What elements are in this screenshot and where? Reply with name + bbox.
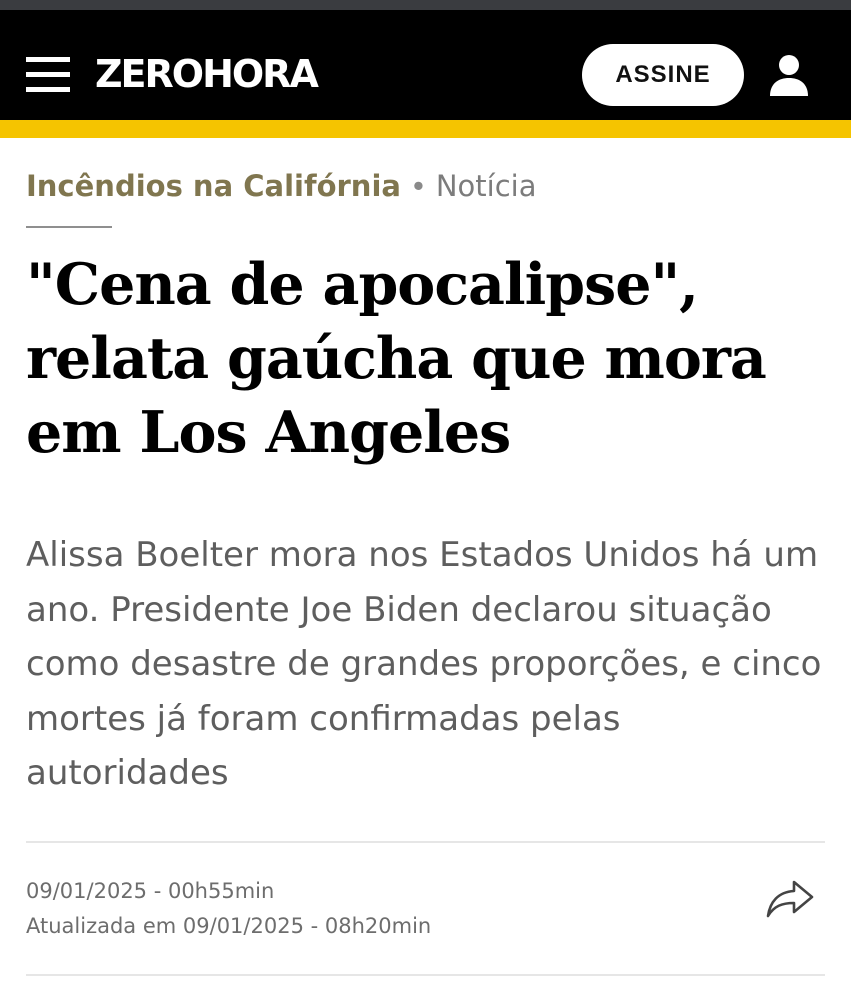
updated-date: Atualizada em 09/01/2025 - 08h20min (26, 914, 432, 938)
header-accent-bar (0, 120, 851, 138)
article-headline: "Cena de apocalipse", relata gaúcha que … (26, 251, 767, 466)
kicker-topic-link[interactable]: Incêndios na Califórnia (26, 169, 401, 203)
kicker-separator: • (412, 168, 424, 203)
divider-top (26, 841, 825, 843)
site-logo[interactable]: ZEROHORA (95, 50, 319, 98)
share-arrow-icon[interactable] (764, 876, 816, 922)
status-bar (0, 0, 851, 10)
divider-bottom (26, 974, 825, 976)
kicker-article-type: Notícia (435, 169, 537, 203)
site-header: ZEROHORA ASSINE (0, 10, 851, 120)
article-subtitle: Alissa Boelter mora nos Estados Unidos h… (26, 535, 822, 793)
article-kicker: Incêndios na Califórnia • Notícia (26, 166, 536, 206)
subscribe-button[interactable]: ASSINE (582, 44, 744, 106)
published-date: 09/01/2025 - 00h55min (26, 879, 275, 903)
kicker-underline (26, 226, 112, 228)
hamburger-menu-icon[interactable] (26, 57, 70, 93)
user-icon[interactable] (766, 52, 812, 98)
